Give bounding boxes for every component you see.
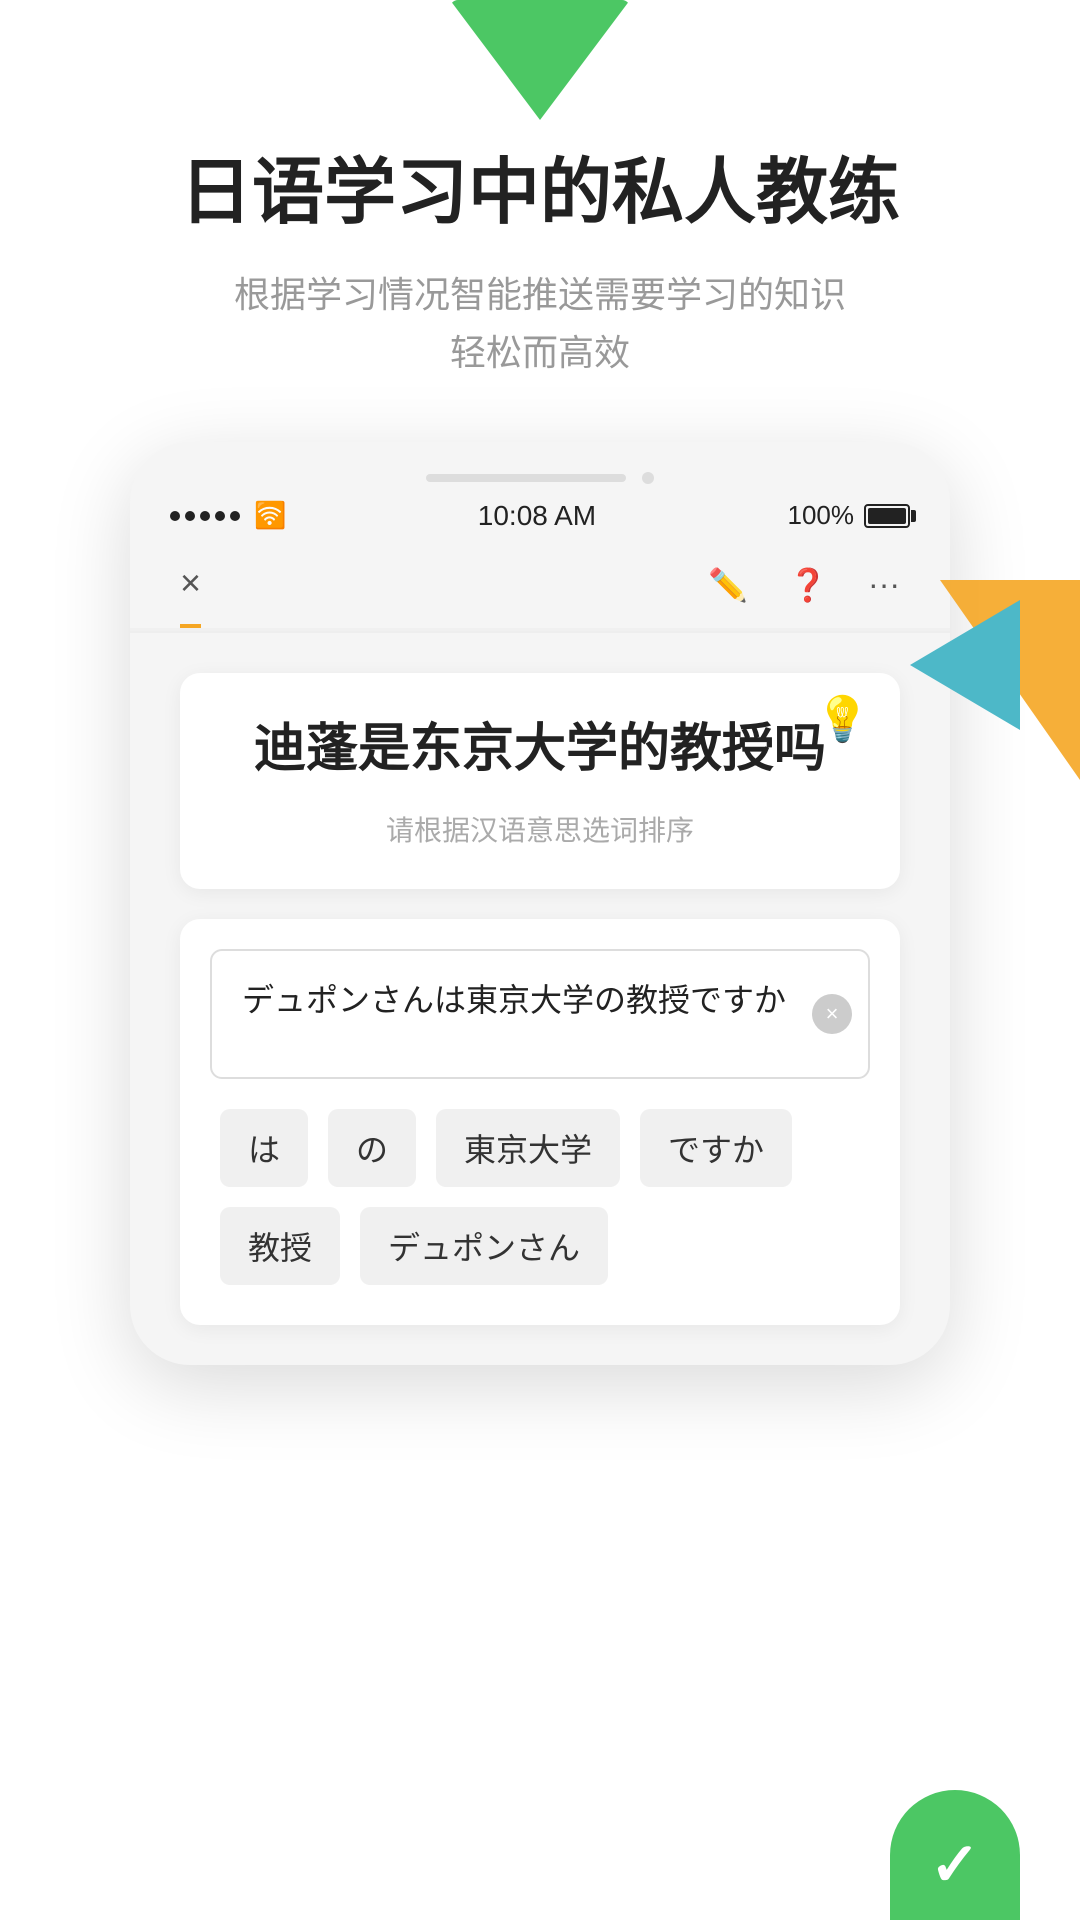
bottom-check-button[interactable] xyxy=(890,1790,1020,1920)
bulb-icon: 💡 xyxy=(815,693,870,745)
word-chips-container: は の 東京大学 ですか 教授 デュポンさん xyxy=(210,1109,870,1285)
status-bar: 🛜 10:08 AM 100% xyxy=(130,500,950,532)
progress-area xyxy=(130,472,950,484)
phone-mockup: 🛜 10:08 AM 100% × ✏️ ❓ ··· 💡 xyxy=(130,442,950,1366)
subtitle-line2: 轻松而高效 xyxy=(450,332,630,373)
answer-input-box[interactable]: デュポンさんは東京大学の教授ですか × xyxy=(210,949,870,1079)
nav-left: × xyxy=(180,562,201,628)
question-text: 迪蓬是东京大学的教授吗 xyxy=(230,713,850,786)
battery-percentage: 100% xyxy=(788,500,855,531)
edit-icon[interactable]: ✏️ xyxy=(708,566,748,604)
signal-icon xyxy=(170,511,240,521)
more-icon[interactable]: ··· xyxy=(868,566,900,603)
top-triangle-decoration xyxy=(450,0,630,120)
answer-area: デュポンさんは東京大学の教授ですか × は の 東京大学 ですか 教授 デュポン… xyxy=(180,919,900,1325)
battery-fill xyxy=(868,508,906,524)
word-chip-kyoju[interactable]: 教授 xyxy=(220,1207,340,1285)
nav-bar: × ✏️ ❓ ··· xyxy=(130,552,950,631)
help-icon[interactable]: ❓ xyxy=(788,566,828,604)
status-left: 🛜 xyxy=(170,500,286,531)
word-chip-ha[interactable]: は xyxy=(220,1109,308,1187)
wifi-icon: 🛜 xyxy=(254,500,286,531)
progress-bar xyxy=(426,474,626,482)
answer-text: デュポンさんは東京大学の教授ですか xyxy=(242,975,838,1026)
word-chip-no[interactable]: の xyxy=(328,1109,416,1187)
question-hint: 请根据汉语意思选词排序 xyxy=(230,809,850,849)
clear-answer-button[interactable]: × xyxy=(812,994,852,1034)
word-chip-desuka[interactable]: ですか xyxy=(640,1109,792,1187)
status-time: 10:08 AM xyxy=(478,500,596,532)
word-chip-dupont[interactable]: デュポンさん xyxy=(360,1207,608,1285)
page-headline: 日语学习中的私人教练 xyxy=(180,150,900,236)
question-card: 💡 迪蓬是东京大学的教授吗 请根据汉语意思选词排序 xyxy=(180,673,900,890)
teal-triangle-icon xyxy=(910,600,1020,730)
progress-dot xyxy=(642,472,654,484)
status-right: 100% xyxy=(788,500,911,531)
page-subtitle: 根据学习情况智能推送需要学习的知识 轻松而高效 xyxy=(234,266,846,381)
nav-right: ✏️ ❓ ··· xyxy=(708,566,900,624)
subtitle-line1: 根据学习情况智能推送需要学习的知识 xyxy=(234,274,846,315)
right-decoration xyxy=(910,580,1080,800)
word-chip-tokyo[interactable]: 東京大学 xyxy=(436,1109,620,1187)
close-button[interactable]: × xyxy=(180,562,201,603)
nav-divider xyxy=(130,631,950,633)
battery-icon xyxy=(864,504,910,528)
